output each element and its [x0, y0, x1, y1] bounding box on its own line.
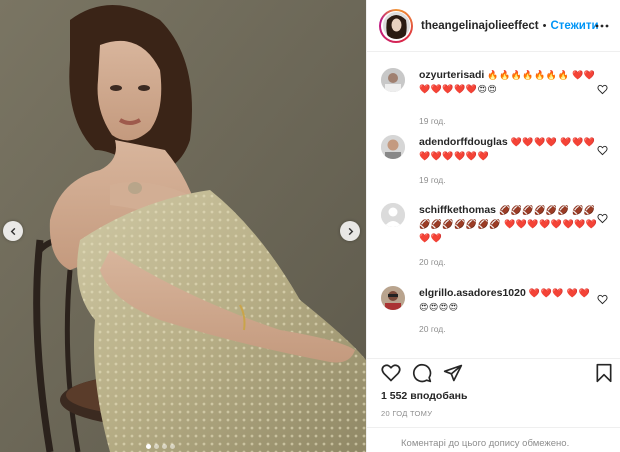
- post-image: [0, 0, 366, 452]
- post-actions: 1 552 вподобань 20 ГОД ТОМУ Коментарі до…: [367, 358, 620, 452]
- commenter-username[interactable]: ozyurterisadi: [419, 69, 484, 81]
- author-avatar[interactable]: [379, 8, 413, 43]
- comments-closed-notice: Коментарі до цього допису обмежено.: [367, 427, 620, 452]
- commenter-username[interactable]: elgrillo.asadores1020: [419, 287, 526, 299]
- heart-icon[interactable]: [597, 143, 608, 156]
- commenter-avatar[interactable]: [381, 135, 405, 159]
- share-icon: [443, 364, 463, 382]
- chevron-left-icon: [10, 227, 15, 235]
- post-side-panel: theangelinajolieeffect • Стежити ozyurte…: [366, 0, 620, 452]
- share-button[interactable]: [443, 363, 463, 383]
- author-username[interactable]: theangelinajolieeffect: [421, 20, 539, 32]
- likes-count[interactable]: 1 552 вподобань: [381, 390, 467, 402]
- header-separator: •: [542, 19, 547, 32]
- chevron-right-icon: [348, 227, 353, 235]
- heart-icon[interactable]: [597, 211, 608, 224]
- post-header: theangelinajolieeffect • Стежити: [367, 0, 620, 52]
- heart-icon: [381, 364, 401, 382]
- post-photo[interactable]: [0, 0, 366, 452]
- comment-time[interactable]: 19 год.: [419, 175, 446, 185]
- commenter-username[interactable]: adendorffdouglas: [419, 136, 508, 148]
- heart-icon[interactable]: [597, 292, 608, 305]
- commenter-username[interactable]: schiffkethomas: [419, 204, 496, 216]
- carousel-dot: [162, 444, 167, 449]
- carousel-dot: [170, 444, 175, 449]
- commenter-avatar[interactable]: [381, 286, 405, 310]
- carousel-dot: [154, 444, 159, 449]
- commenter-avatar[interactable]: [381, 68, 405, 92]
- post-timestamp[interactable]: 20 ГОД ТОМУ: [381, 409, 432, 418]
- carousel-next-button[interactable]: [340, 221, 360, 241]
- comment-time[interactable]: 20 год.: [419, 324, 446, 334]
- carousel-dot: [146, 444, 151, 449]
- comment-time[interactable]: 20 год.: [419, 257, 446, 267]
- follow-button[interactable]: Стежити: [550, 20, 598, 32]
- comment-button[interactable]: [412, 363, 432, 383]
- like-button[interactable]: [381, 363, 401, 383]
- more-options-icon[interactable]: [594, 18, 610, 34]
- bookmark-icon: [596, 363, 612, 383]
- comment-time[interactable]: 19 год.: [419, 116, 446, 126]
- carousel-prev-button[interactable]: [3, 221, 23, 241]
- save-button[interactable]: [594, 363, 614, 383]
- carousel-dots: [146, 444, 175, 449]
- commenter-avatar[interactable]: [381, 203, 405, 227]
- comment-icon: [412, 363, 432, 383]
- heart-icon[interactable]: [597, 82, 608, 95]
